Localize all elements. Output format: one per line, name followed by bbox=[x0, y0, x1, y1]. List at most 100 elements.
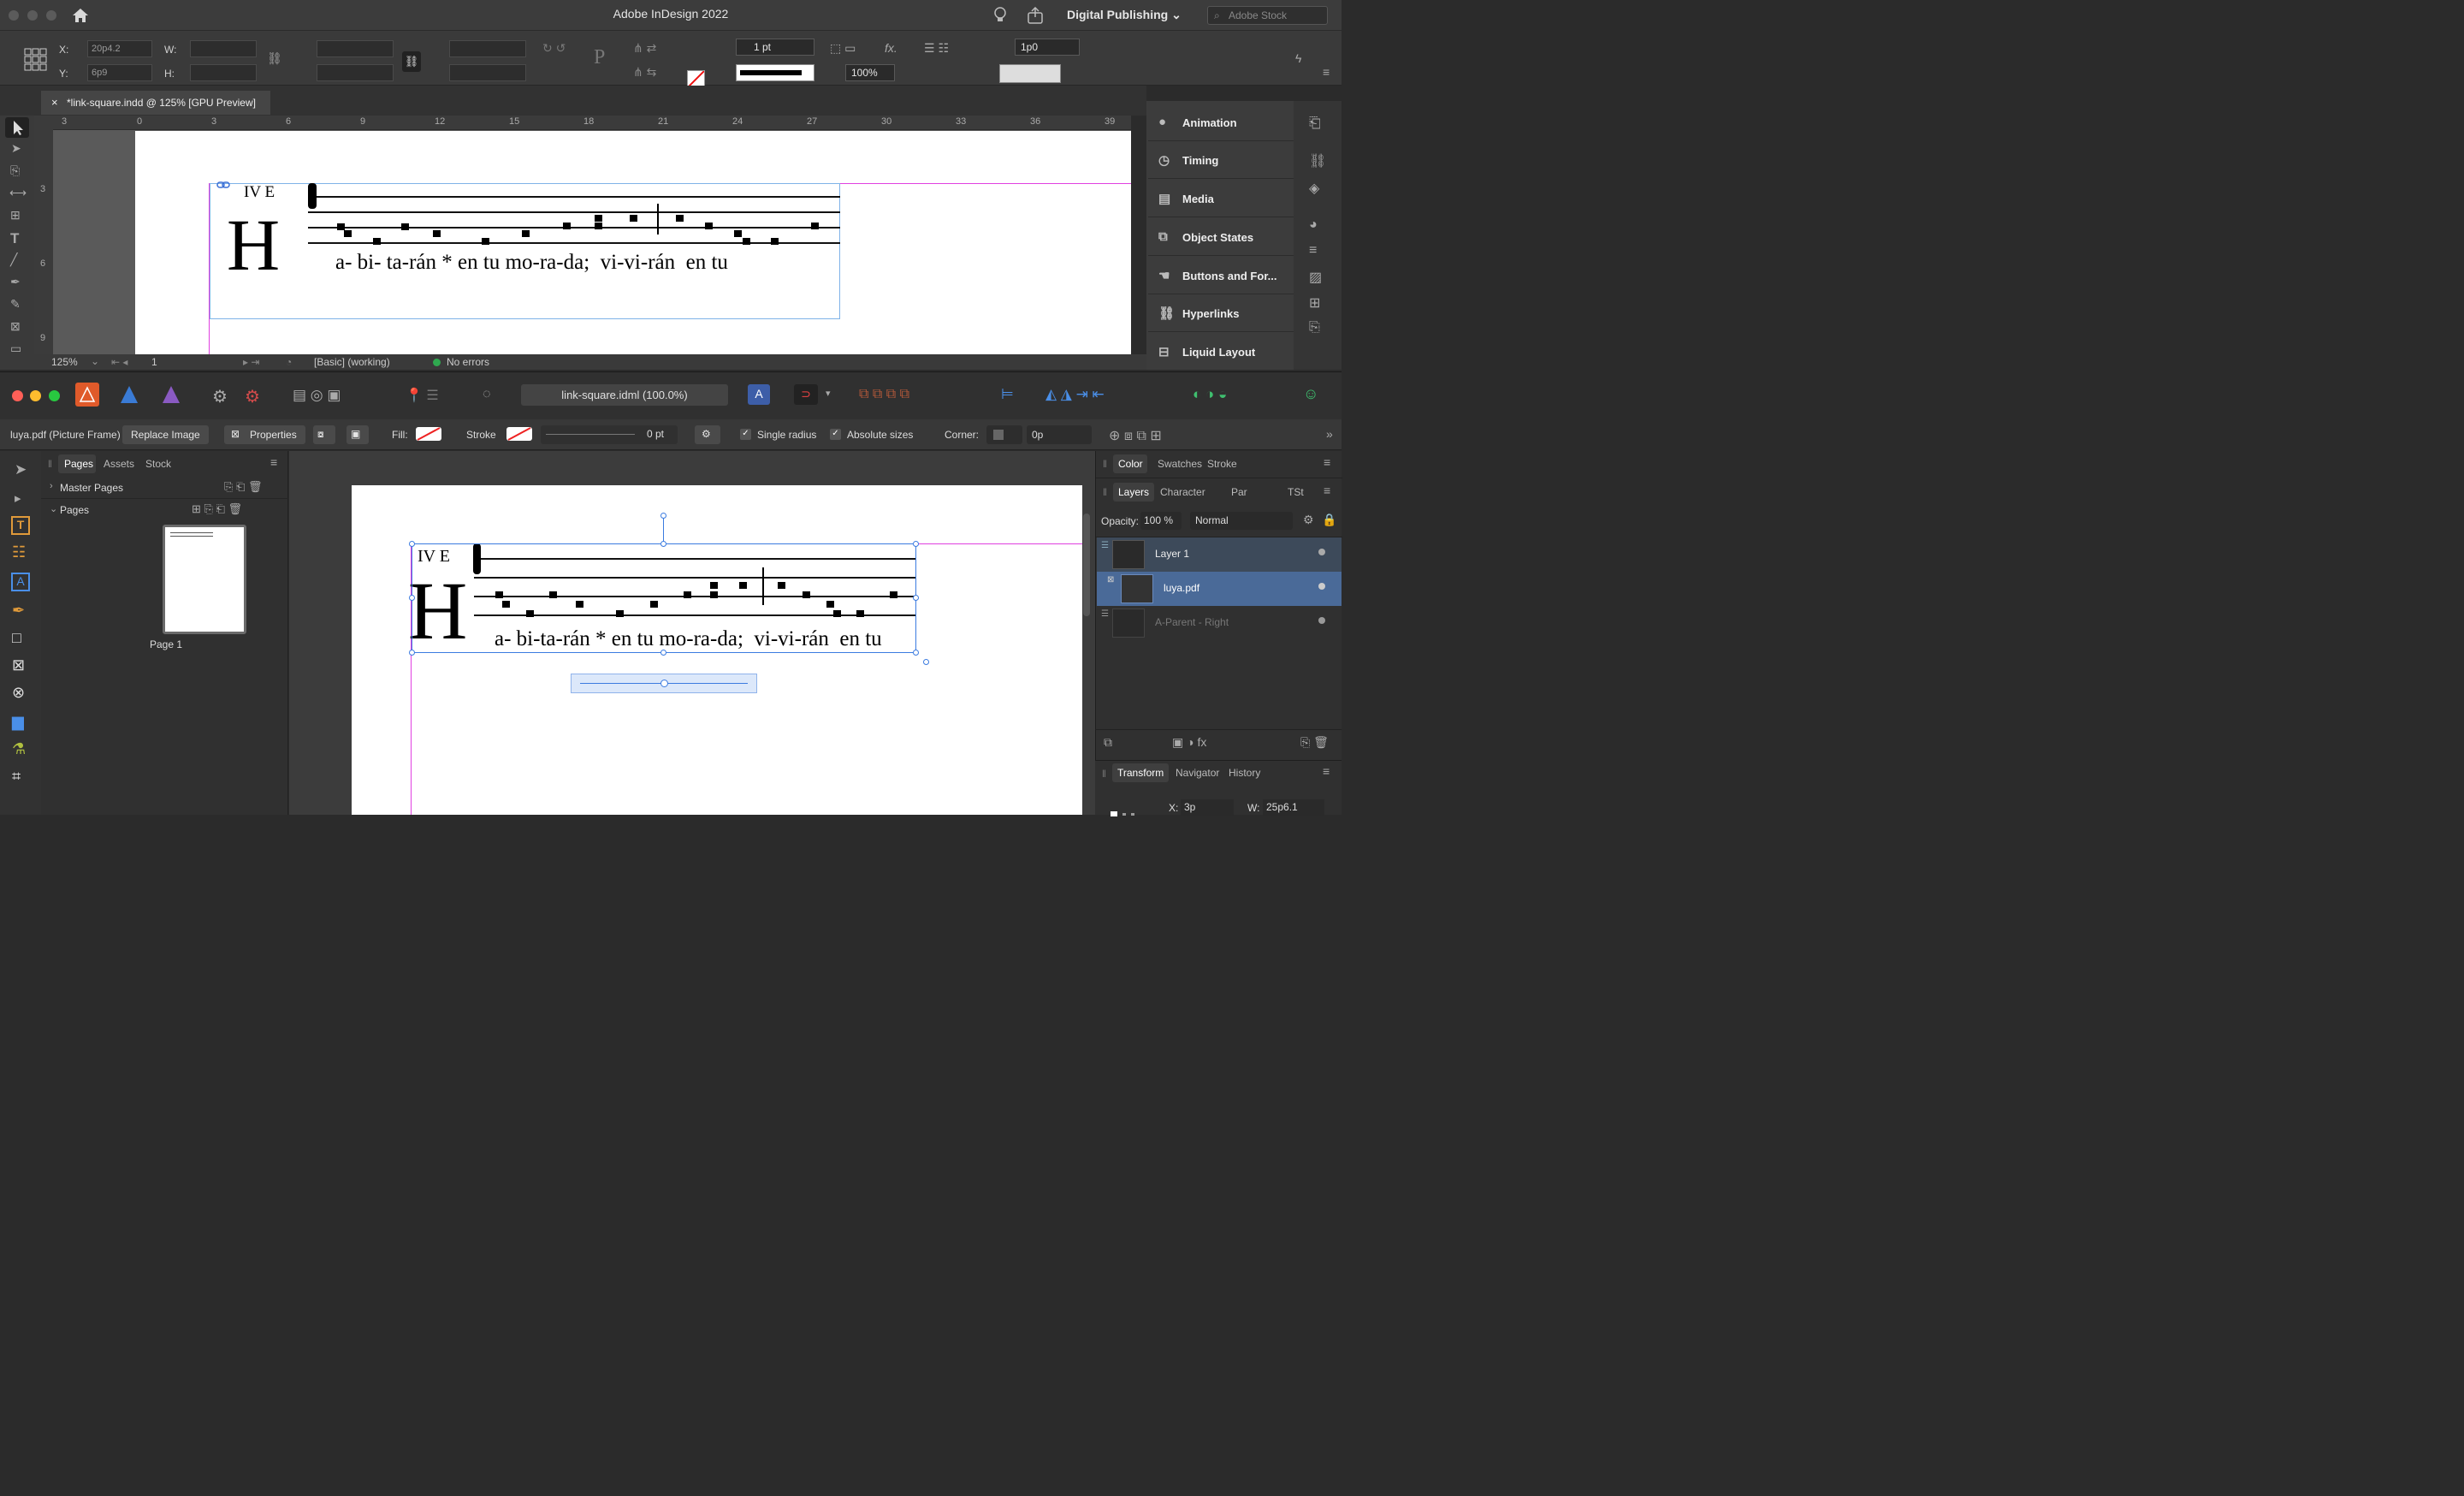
place-image-tool-icon[interactable]: ▆ bbox=[12, 713, 24, 731]
crop-tool-icon[interactable]: ⌗ bbox=[12, 768, 21, 786]
properties-button[interactable]: ⊠ Properties bbox=[224, 425, 305, 444]
frame-fit-icon[interactable]: ▣ bbox=[346, 425, 369, 444]
reference-point-icon[interactable] bbox=[24, 48, 48, 72]
settings-icon[interactable]: ⚙ bbox=[212, 386, 228, 407]
picture-frame-tool-icon[interactable]: ⊠ bbox=[12, 656, 25, 674]
stroke-width-slider[interactable]: 0 pt bbox=[541, 425, 678, 444]
pin-icon[interactable]: 📍 ☰ bbox=[406, 387, 439, 404]
panel-hyperlinks[interactable]: ⛓ Hyperlinks bbox=[1148, 294, 1294, 332]
resize-handle[interactable] bbox=[409, 541, 415, 547]
boolean-ops-icon[interactable]: ◐ ◑ ◒ bbox=[1193, 386, 1227, 403]
share-icon[interactable] bbox=[1027, 6, 1044, 24]
designer-persona-icon[interactable] bbox=[117, 383, 141, 407]
master-pages-section[interactable]: › Master Pages ⎘ ⎗ 🗑 bbox=[41, 477, 288, 499]
adobe-stock-search[interactable]: ⌕ Adobe Stock bbox=[1207, 6, 1328, 25]
resize-handle[interactable] bbox=[913, 650, 919, 656]
lock-icon[interactable]: 🔒 bbox=[1322, 513, 1336, 527]
expand-toolbar-icon[interactable]: » bbox=[1326, 427, 1333, 441]
ellipse-frame-tool-icon[interactable]: ⊗ bbox=[12, 684, 25, 702]
articles-icon[interactable]: ⎘ bbox=[1309, 320, 1320, 335]
gradient-icon[interactable]: ▨ bbox=[1309, 269, 1322, 286]
gear-icon[interactable]: ⚙ bbox=[695, 425, 720, 444]
visibility-dot-icon[interactable] bbox=[1318, 549, 1325, 555]
stroke-swatch[interactable] bbox=[506, 427, 532, 441]
page-number[interactable]: 1 bbox=[151, 356, 157, 368]
drag-handle-icon[interactable]: ‖ bbox=[1103, 458, 1107, 470]
user-icon[interactable]: ☺ bbox=[1303, 385, 1318, 403]
preview-icon[interactable]: ◌ bbox=[483, 387, 491, 402]
crop-icon[interactable]: ⧇ bbox=[313, 425, 335, 444]
tab-assets[interactable]: Assets bbox=[104, 458, 134, 470]
chevron-down-icon[interactable]: ▾ bbox=[826, 388, 831, 399]
offset-field[interactable]: 1p0 bbox=[1015, 39, 1080, 56]
preflight-icon[interactable]: ⚙ bbox=[245, 386, 260, 407]
publisher-persona-icon[interactable] bbox=[75, 383, 99, 407]
rotate-corner-handle[interactable] bbox=[923, 659, 929, 665]
pages-section[interactable]: ⌄ Pages ⊞ ⎘ ⎗ 🗑 bbox=[41, 499, 288, 521]
swatches-icon[interactable]: ◕ bbox=[1309, 217, 1318, 233]
next-page-icon[interactable]: ▸ ⇥ bbox=[243, 356, 259, 368]
unlink-icon[interactable]: ⛓ bbox=[267, 51, 282, 66]
chevron-down-icon[interactable]: ⌄ bbox=[91, 355, 99, 367]
pen-tool-icon[interactable]: ✒ bbox=[12, 602, 25, 620]
stroke-icon[interactable]: ≡ bbox=[1309, 243, 1317, 258]
align-icon[interactable]: ⋔ ⇆ bbox=[633, 65, 656, 80]
table-tool-icon[interactable]: ☷ bbox=[12, 543, 26, 561]
resize-handle[interactable] bbox=[660, 650, 666, 656]
page-actions-icon[interactable]: ⊞ ⎘ ⎗ 🗑 bbox=[192, 502, 242, 516]
resize-handle[interactable] bbox=[913, 595, 919, 601]
anchor-grid-icon[interactable] bbox=[1109, 805, 1146, 816]
lightbulb-icon[interactable] bbox=[992, 7, 1008, 24]
stroke-weight-field[interactable]: 1 pt bbox=[736, 39, 814, 56]
page-tool-icon[interactable]: ⎘ bbox=[10, 163, 20, 178]
close-window-button[interactable] bbox=[12, 390, 23, 401]
line-tool-icon[interactable]: ╱ bbox=[10, 252, 17, 267]
stroke-type-select[interactable] bbox=[736, 64, 814, 81]
layers-icon[interactable]: ◈ bbox=[1309, 180, 1319, 197]
content-collector-icon[interactable]: ⊞ bbox=[10, 208, 21, 223]
tab-stroke[interactable]: Stroke bbox=[1207, 458, 1237, 470]
canvas-scrollbar[interactable] bbox=[1083, 514, 1090, 616]
w-field[interactable] bbox=[190, 40, 257, 57]
gear-icon[interactable]: ⚙ bbox=[1303, 513, 1314, 527]
opacity-field[interactable]: 100 % bbox=[1140, 512, 1182, 530]
tab-pages[interactable]: Pages bbox=[58, 454, 96, 473]
page-thumbnail[interactable] bbox=[163, 525, 246, 634]
rotation-field[interactable] bbox=[449, 40, 526, 57]
corner-type-select[interactable] bbox=[986, 425, 1022, 444]
scale-x-field[interactable] bbox=[317, 40, 394, 57]
arrange-icon[interactable]: ⧉ ⧉ ⧉ ⧉ bbox=[859, 387, 909, 402]
corner-radius-field[interactable]: 0p bbox=[1027, 425, 1092, 444]
photo-persona-icon[interactable] bbox=[159, 383, 183, 407]
panel-liquid-layout[interactable]: ⊟ Liquid Layout bbox=[1148, 333, 1294, 371]
close-tab-icon[interactable]: × bbox=[51, 96, 58, 109]
master-page-actions-icon[interactable]: ⎘ ⎗ 🗑 bbox=[224, 480, 263, 494]
frame-fitting-preview[interactable] bbox=[999, 64, 1061, 83]
tab-text-styles[interactable]: TSt bbox=[1288, 486, 1304, 498]
workspace-switcher[interactable]: Digital Publishing ⌄ bbox=[1067, 8, 1182, 22]
view-mode-icon[interactable]: ▤ ◎ ▣ bbox=[293, 387, 341, 404]
shear-field[interactable] bbox=[449, 64, 526, 81]
align-icon[interactable]: ⊨ bbox=[1001, 386, 1014, 403]
corner-options-icon[interactable]: ⬚ ▭ bbox=[830, 41, 856, 56]
first-page-icon[interactable]: ⇤ ◂ bbox=[111, 356, 127, 368]
duplicate-icon[interactable]: ⧉ bbox=[1104, 735, 1112, 750]
links-icon[interactable]: ⛓ bbox=[1309, 152, 1326, 169]
pen-tool-icon[interactable]: ✒ bbox=[10, 275, 21, 289]
image-crop-control[interactable] bbox=[571, 674, 757, 693]
distribute-icon[interactable]: ⋔ ⇄ bbox=[633, 41, 656, 56]
w-field[interactable]: 25p6.1 bbox=[1263, 799, 1324, 816]
snapping-magnet-icon[interactable]: ⊃ bbox=[794, 384, 818, 405]
flip-icon[interactable]: ◭ ◮ ⇥ ⇤ bbox=[1045, 386, 1105, 403]
selection-tool-icon[interactable] bbox=[5, 117, 29, 138]
absolute-sizes-checkbox[interactable]: ✓ bbox=[830, 429, 841, 440]
transform-origin-icon[interactable]: ⊕ ⧈ ⧉ ⊞ bbox=[1109, 427, 1162, 444]
selection-bounding-box[interactable] bbox=[412, 543, 916, 653]
menu-icon[interactable]: ≡ bbox=[1323, 65, 1330, 79]
layer-row[interactable]: ☰ Layer 1 bbox=[1097, 537, 1342, 572]
tab-navigator[interactable]: Navigator bbox=[1176, 767, 1219, 779]
single-radius-checkbox[interactable]: ✓ bbox=[740, 429, 751, 440]
grid-icon[interactable]: ⊞ bbox=[1309, 294, 1320, 312]
move-tool-icon[interactable]: ➤ bbox=[15, 461, 27, 478]
resize-handle[interactable] bbox=[409, 650, 415, 656]
